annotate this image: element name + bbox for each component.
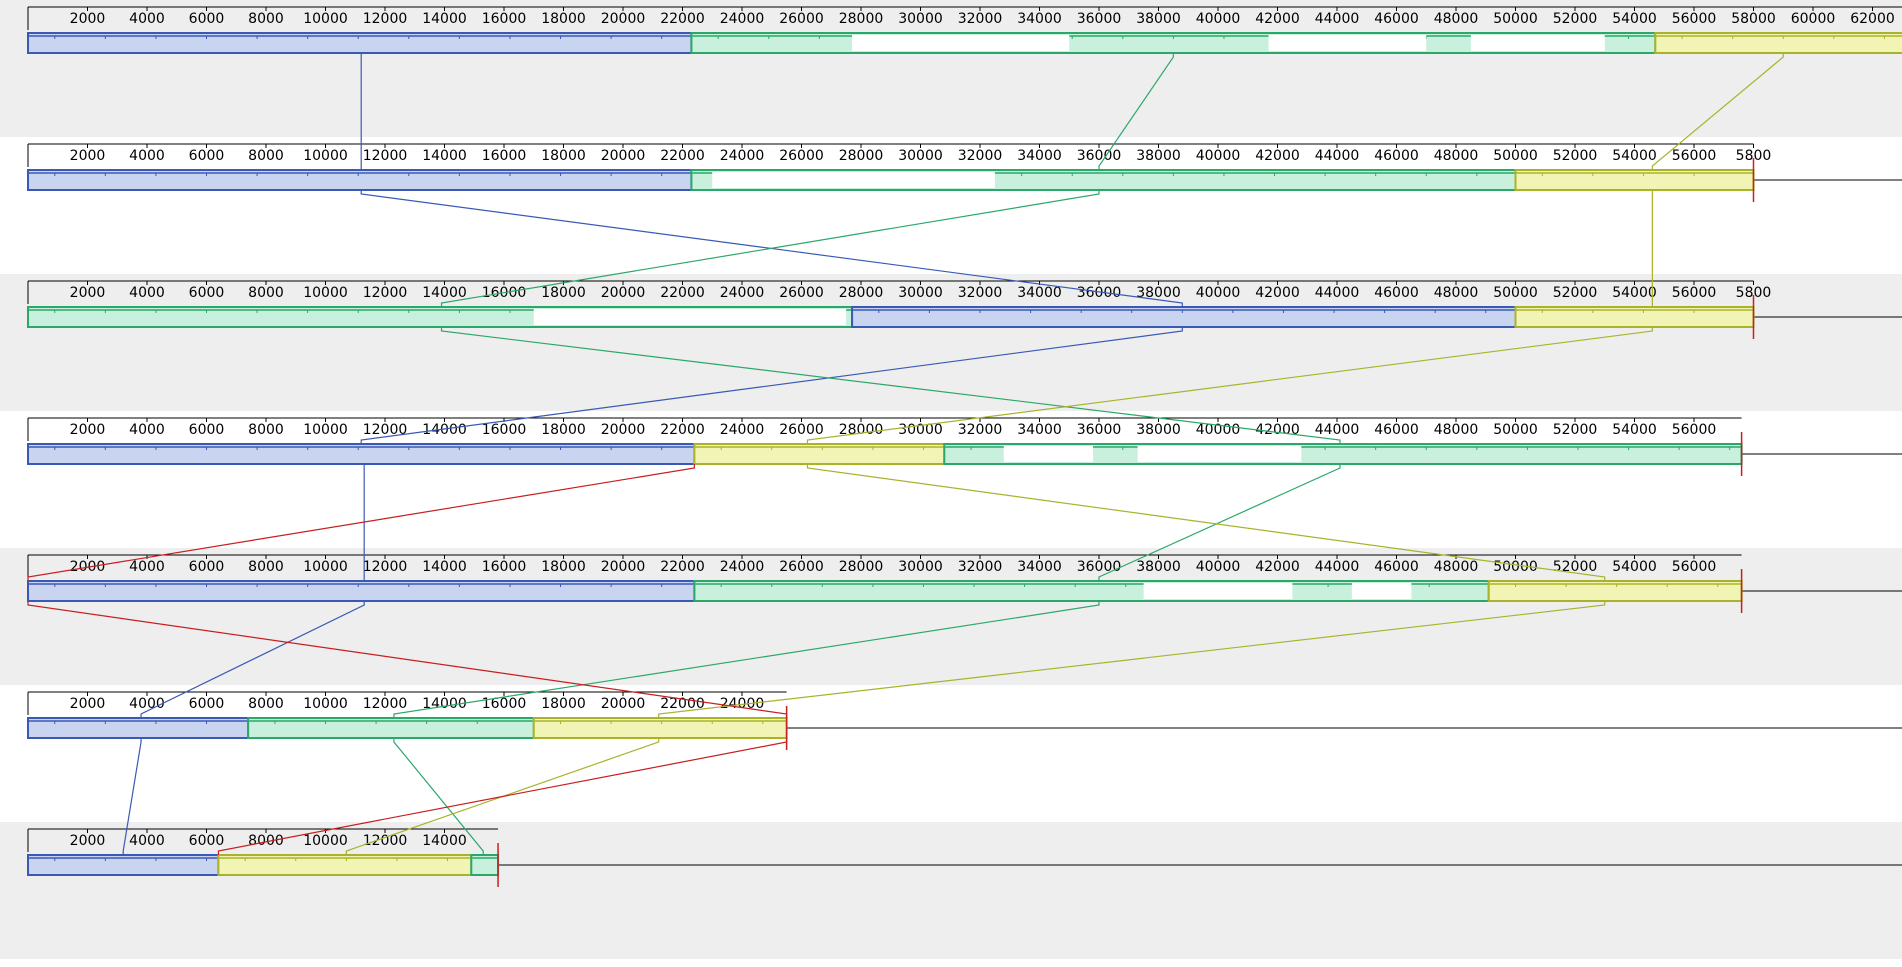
genome-panel — [0, 685, 1902, 822]
genome-panel — [0, 822, 1902, 959]
genome-panel — [0, 274, 1902, 411]
genome-panels — [0, 0, 1902, 967]
genome-panel — [0, 0, 1902, 137]
genome-panel — [0, 137, 1902, 274]
genome-panel — [0, 548, 1902, 685]
genome-panel — [0, 411, 1902, 548]
